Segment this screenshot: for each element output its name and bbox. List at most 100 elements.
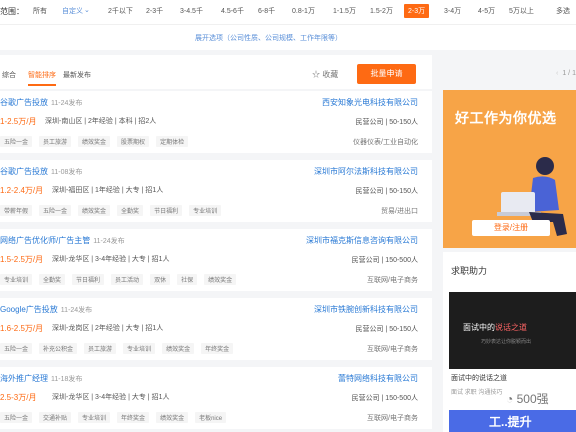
- job-tag: 年终奖金: [201, 343, 234, 354]
- company-name[interactable]: 西安知象光电科技有限公司: [322, 97, 418, 108]
- job-tag: 五险一金: [39, 205, 72, 216]
- filter-option[interactable]: 5万以上: [509, 6, 534, 16]
- help-card-highlight: 说话之道: [495, 323, 527, 332]
- job-salary: 2.5-3万/月: [0, 393, 37, 402]
- job-tag: 股票期权: [117, 136, 150, 147]
- company-name[interactable]: 深圳市铁腕创新科技有限公司: [314, 304, 418, 315]
- job-card[interactable]: 网络广告优化师/广告主管 11-24发布 1.5-2.5万/月 深圳-龙华区 | …: [0, 229, 432, 291]
- filter-option[interactable]: 1-1.5万: [333, 6, 356, 16]
- job-card[interactable]: 谷歌广告投放 11-08发布 1.2-2.4万/月 深圳-福田区 | 1年经验 |…: [0, 160, 432, 222]
- tab-smart-sort[interactable]: 智能排序: [28, 70, 56, 86]
- company-industry: 互联网/电子商务: [367, 277, 418, 284]
- batch-apply-button[interactable]: 批量申请: [357, 64, 416, 84]
- job-tag: 绩效奖金: [156, 412, 189, 423]
- job-tag: 带薪年假: [0, 205, 33, 216]
- job-date: 11-24发布: [60, 307, 93, 314]
- job-requirements: 深圳-龙岗区 | 2年经验 | 大专 | 招1人: [52, 325, 164, 332]
- company-industry: 贸易/进出口: [381, 208, 418, 215]
- job-tags: 五险一金 补充公积金 员工旅游 专业培训 绩效奖金 年终奖金: [0, 343, 240, 354]
- job-title-line: Google广告投放 11-24发布: [0, 304, 92, 315]
- help-card-text: 面试中的说话之道: [463, 322, 527, 333]
- help-card-subtitle: 巧妙表达让你脱颖而出: [481, 339, 532, 345]
- job-title[interactable]: 谷歌广告投放: [0, 167, 48, 176]
- job-tag: 绩效奖金: [78, 205, 111, 216]
- job-tag: 专业培训: [189, 205, 222, 216]
- job-date: 11-24发布: [51, 100, 83, 107]
- job-card[interactable]: Google广告投放 11-24发布 1.6-2.5万/月 深圳-龙岗区 | 2年…: [0, 298, 432, 360]
- favorite-button[interactable]: ☆ 收藏: [312, 69, 338, 80]
- filter-option[interactable]: 2-3千: [146, 6, 163, 16]
- tab-overall[interactable]: 综合: [2, 70, 16, 80]
- watermark: ◔ 500强: [506, 390, 549, 407]
- job-salary: 1-2.5万/月: [0, 117, 37, 126]
- job-tag: 绩效奖金: [204, 274, 237, 285]
- filter-option[interactable]: 1.5-2万: [370, 6, 393, 16]
- company-industry: 互联网/电子商务: [367, 415, 418, 422]
- job-date: 11-24发布: [93, 238, 125, 245]
- job-requirements: 深圳-龙华区 | 3-4年经验 | 大专 | 招1人: [52, 256, 170, 263]
- job-tag: 节日福利: [72, 274, 105, 285]
- favorite-label: 收藏: [322, 70, 339, 79]
- job-tag: 专业培训: [123, 343, 156, 354]
- login-register-button[interactable]: 登录/注册: [472, 220, 550, 236]
- company-name[interactable]: 蕾特网络科技有限公司: [338, 373, 418, 384]
- expand-options-link[interactable]: 展开选项（公司性质、公司规模、工作年限等）: [195, 33, 342, 43]
- salary-filter-bar: 范围： 所有 自定义 ⌄ 2千以下 2-3千 3-4.5千 4.5-6千 6-8…: [0, 0, 576, 24]
- chevron-down-icon[interactable]: ⌄: [84, 6, 90, 14]
- company-info: 民营公司 | 150-500人: [351, 395, 418, 402]
- tab-latest[interactable]: 最新发布: [63, 70, 91, 80]
- job-requirements: 深圳-龙华区 | 3-4年经验 | 大专 | 招1人: [52, 394, 170, 401]
- job-tag: 双休: [150, 274, 171, 285]
- filter-option[interactable]: 6-8千: [258, 6, 275, 16]
- company-name[interactable]: 深圳市阿尔法斯科技有限公司: [314, 166, 418, 177]
- filter-option[interactable]: 0.8-1万: [292, 6, 315, 16]
- job-tag: 老板nice: [195, 412, 227, 423]
- job-date: 11-08发布: [51, 169, 83, 176]
- page-number: 1 / 1: [562, 70, 576, 77]
- company-name[interactable]: 深圳市福克斯信息咨询有限公司: [306, 235, 418, 246]
- filter-option-custom[interactable]: 自定义: [62, 6, 83, 16]
- filter-option[interactable]: 所有: [33, 6, 47, 16]
- job-title[interactable]: 海外推广经理: [0, 374, 48, 383]
- help-caption[interactable]: 面试中的说话之道: [451, 373, 507, 383]
- job-tag: 员工活动: [111, 274, 144, 285]
- job-title-line: 海外推广经理 11-18发布: [0, 373, 82, 384]
- job-tag: 专业培训: [0, 274, 33, 285]
- job-title-line: 谷歌广告投放 11-24发布: [0, 97, 82, 108]
- job-title[interactable]: Google广告投放: [0, 305, 58, 314]
- sort-bar: 综合 智能排序 最新发布 ☆ 收藏 批量申请: [0, 55, 432, 89]
- filter-option-multi[interactable]: 多选: [556, 6, 570, 16]
- job-tag: 五险一金: [0, 136, 33, 147]
- chevron-left-icon[interactable]: ‹: [556, 70, 558, 77]
- job-tag: 定期体检: [156, 136, 189, 147]
- filter-option[interactable]: 4-5万: [478, 6, 495, 16]
- job-tags: 带薪年假 五险一金 绩效奖金 全勤奖 节日福利 专业培训: [0, 205, 228, 216]
- job-card[interactable]: 谷歌广告投放 11-24发布 1-2.5万/月 深圳-南山区 | 2年经验 | 本…: [0, 91, 432, 153]
- job-tag: 绩效奖金: [78, 136, 111, 147]
- job-tags: 五险一金 交通补贴 专业培训 年终奖金 绩效奖金 老板nice: [0, 412, 233, 423]
- job-tag: 员工旅游: [39, 136, 72, 147]
- wechat-icon: ◔: [506, 392, 514, 406]
- star-icon: ☆: [312, 70, 320, 79]
- filter-option[interactable]: 2千以下: [108, 6, 133, 16]
- job-requirements: 深圳-南山区 | 2年经验 | 本科 | 招2人: [45, 118, 157, 125]
- job-title[interactable]: 网络广告优化师/广告主管: [0, 236, 90, 245]
- interview-tips-card[interactable]: 面试中的说话之道 巧妙表达让你脱颖而出: [449, 292, 576, 369]
- help-meta: 面试 求职 沟通技巧: [451, 390, 503, 396]
- filter-option-selected[interactable]: 2-3万: [404, 4, 430, 18]
- help-card2-text: 工..提升: [489, 415, 532, 429]
- filter-option[interactable]: 4.5-6千: [221, 6, 244, 16]
- job-tags: 五险一金 员工旅游 绩效奖金 股票期权 定期体检: [0, 136, 195, 147]
- job-tag: 五险一金: [0, 343, 33, 354]
- job-tag: 年终奖金: [117, 412, 150, 423]
- help-card-prefix: 面试中的: [463, 323, 495, 332]
- job-tag: 五险一金: [0, 412, 33, 423]
- second-help-card[interactable]: 工..提升: [449, 410, 576, 432]
- help-title: 求职助力: [451, 266, 488, 276]
- filter-label: 范围：: [0, 7, 24, 16]
- job-title[interactable]: 谷歌广告投放: [0, 98, 48, 107]
- filter-option[interactable]: 3-4万: [444, 6, 461, 16]
- job-salary: 1.6-2.5万/月: [0, 324, 44, 333]
- filter-option[interactable]: 3-4.5千: [180, 6, 203, 16]
- job-card[interactable]: 海外推广经理 11-18发布 2.5-3万/月 深圳-龙华区 | 3-4年经验 |…: [0, 367, 432, 429]
